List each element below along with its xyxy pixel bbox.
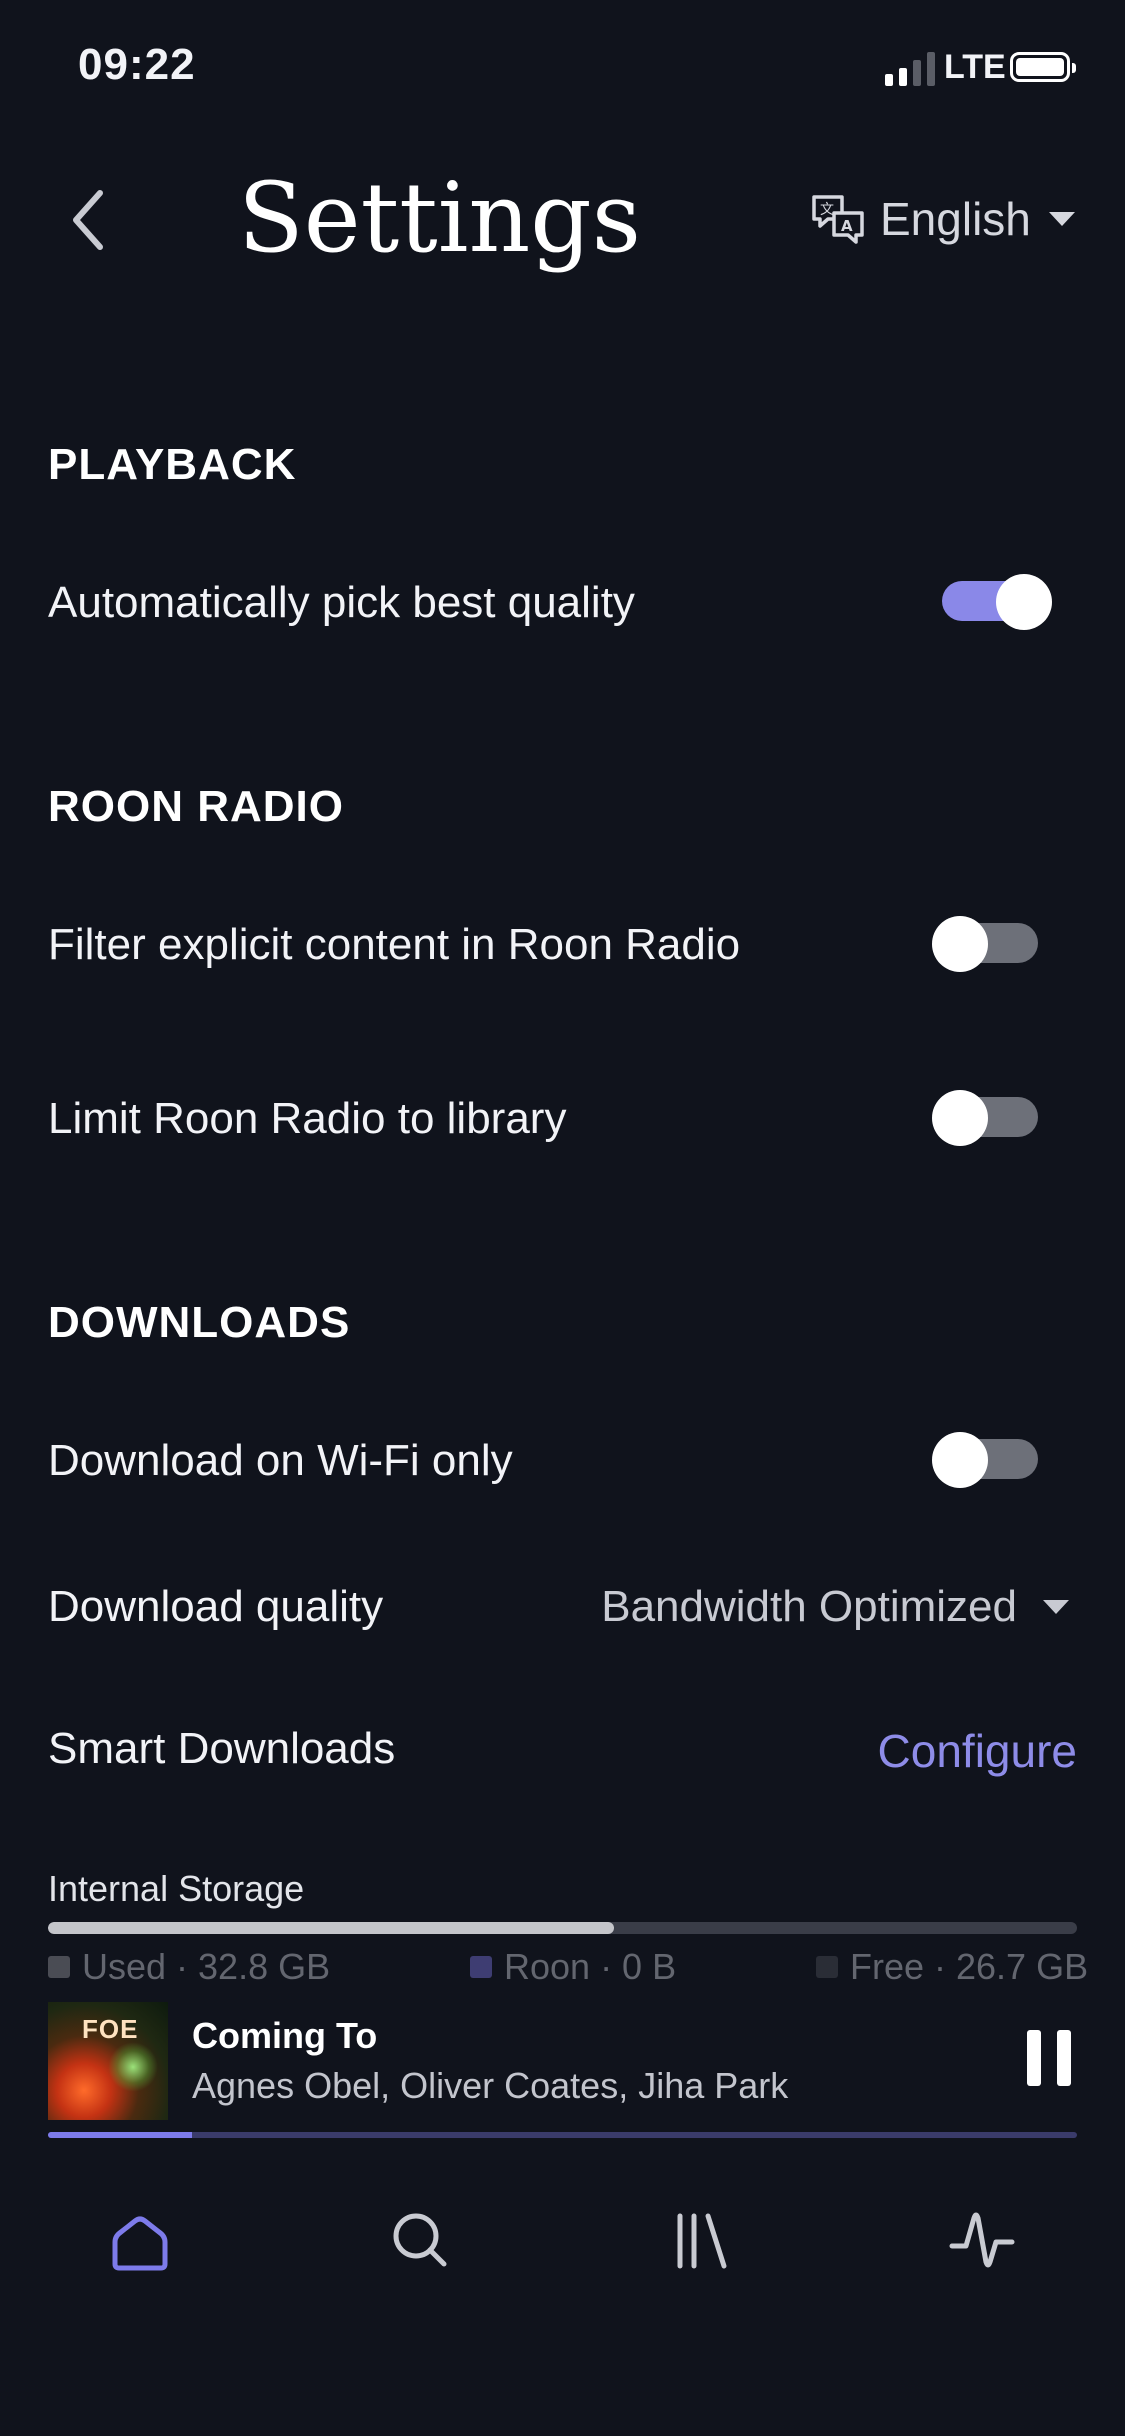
svg-text:A: A (841, 217, 853, 235)
playback-progress[interactable] (48, 2132, 1077, 2138)
pause-button[interactable] (1025, 2030, 1075, 2086)
section-playback-title: PLAYBACK (48, 440, 297, 489)
album-art-glow (108, 2042, 158, 2092)
storage-used-fill (48, 1922, 614, 1934)
language-select[interactable]: 文 A English (810, 192, 1079, 246)
waveform-icon (949, 2212, 1015, 2268)
limit-library-label: Limit Roon Radio to library (48, 1094, 567, 1143)
toggle-knob (996, 574, 1052, 630)
configure-link[interactable]: Configure (878, 1724, 1077, 1778)
caret-down-icon (1048, 212, 1075, 226)
tab-radio[interactable] (938, 2196, 1028, 2286)
legend-used-text: Used · 32.8 GB (82, 1946, 331, 1987)
storage-label: Internal Storage (48, 1868, 305, 1909)
legend-swatch (470, 1956, 492, 1978)
toggle-knob (932, 916, 988, 972)
wifi-only-toggle[interactable] (932, 1432, 1042, 1488)
legend-free: Free · 26.7 GB (816, 1946, 1088, 1988)
auto-quality-label: Automatically pick best quality (48, 578, 635, 627)
battery-icon (1010, 52, 1076, 82)
filter-explicit-toggle[interactable] (932, 916, 1042, 972)
wifi-only-label: Download on Wi-Fi only (48, 1436, 513, 1485)
translate-icon: 文 A (812, 195, 864, 244)
home-icon (112, 2216, 168, 2271)
track-title: Coming To (192, 2015, 378, 2056)
search-icon (393, 2213, 447, 2267)
playback-progress-fill (48, 2132, 193, 2138)
auto-quality-toggle[interactable] (938, 574, 1052, 630)
pause-icon-bar (1057, 2030, 1071, 2086)
storage-bar (48, 1922, 1077, 1934)
pause-icon-bar (1027, 2030, 1041, 2086)
status-time: 09:22 (78, 40, 196, 89)
section-downloads-title: DOWNLOADS (48, 1298, 351, 1347)
network-type: LTE (944, 48, 1006, 86)
tab-library[interactable] (656, 2196, 746, 2286)
back-button[interactable] (60, 185, 120, 255)
limit-library-toggle[interactable] (932, 1090, 1042, 1146)
download-quality-value: Bandwidth Optimized (601, 1582, 1017, 1631)
section-roon-radio-title: ROON RADIO (48, 782, 344, 831)
tab-search[interactable] (376, 2196, 466, 2286)
legend-used: Used · 32.8 GB (48, 1946, 330, 1988)
page-title: Settings (238, 162, 641, 274)
album-art[interactable]: FOE (48, 2002, 168, 2120)
legend-free-text: Free · 26.7 GB (850, 1946, 1089, 1987)
chevron-left-icon (73, 190, 103, 250)
track-artist: Agnes Obel, Oliver Coates, Jiha Park (192, 2065, 789, 2106)
download-quality-label: Download quality (48, 1582, 384, 1631)
tab-home[interactable] (95, 2196, 185, 2286)
language-label: English (880, 193, 1031, 245)
svg-text:文: 文 (820, 202, 834, 218)
caret-down-icon (1043, 1600, 1069, 1614)
toggle-knob (932, 1090, 988, 1146)
download-quality-select[interactable]: Bandwidth Optimized (601, 1582, 1073, 1632)
smart-downloads-label: Smart Downloads (48, 1724, 396, 1773)
toggle-knob (932, 1432, 988, 1488)
album-art-title: FOE (82, 2014, 139, 2044)
signal-icon (885, 50, 935, 86)
filter-explicit-label: Filter explicit content in Roon Radio (48, 920, 741, 969)
legend-roon-text: Roon · 0 B (504, 1946, 677, 1987)
legend-swatch (48, 1956, 70, 1978)
legend-swatch (816, 1956, 838, 1978)
library-icon (677, 2213, 727, 2269)
legend-roon: Roon · 0 B (470, 1946, 676, 1988)
